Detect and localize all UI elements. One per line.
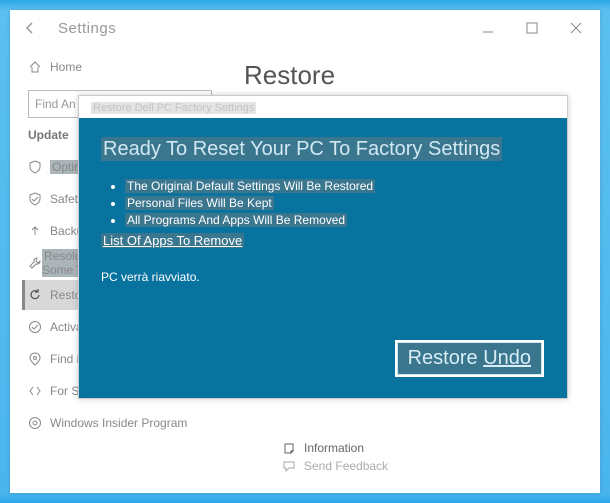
info-link[interactable]: Information [282, 441, 388, 455]
minimize-button[interactable] [472, 16, 504, 40]
sidebar-item-insider[interactable]: Windows Insider Program [28, 408, 212, 438]
sidebar-item-label: Home [50, 60, 82, 74]
window-title: Settings [58, 20, 472, 37]
home-icon [28, 60, 50, 74]
info-icon [282, 441, 296, 455]
restore-button[interactable]: Restore Undo [396, 341, 543, 376]
code-icon [28, 384, 50, 398]
close-button[interactable] [560, 16, 592, 40]
shield-icon [28, 160, 50, 174]
shield-check-icon [28, 192, 50, 206]
dialog-link[interactable]: List Of Apps To Remove [101, 233, 545, 248]
arrow-up-icon [28, 224, 50, 238]
titlebar: Settings [10, 10, 600, 46]
feedback-link[interactable]: Send Feedback [282, 459, 388, 473]
sidebar-home[interactable]: Home [28, 52, 212, 82]
maximize-button[interactable] [516, 16, 548, 40]
feedback-label: Send Feedback [304, 459, 388, 473]
dialog-bullet-list: The Original Default Settings Will Be Re… [111, 179, 545, 227]
feedback-icon [282, 459, 296, 473]
footer-links: Information Send Feedback [282, 437, 388, 473]
dialog-frame-title: Restore Dell PC Factory Settings [79, 96, 567, 118]
location-icon [28, 352, 50, 366]
check-circle-icon [28, 320, 50, 334]
dialog-bullet: The Original Default Settings Will Be Re… [125, 179, 545, 193]
refresh-icon [28, 288, 50, 302]
info-label: Information [304, 441, 364, 455]
dialog-title: Ready To Reset Your PC To Factory Settin… [101, 138, 545, 161]
insider-icon [28, 416, 50, 430]
dialog-bullet: Personal Files Will Be Kept [125, 196, 545, 210]
reset-dialog: Restore Dell PC Factory Settings Ready T… [78, 95, 568, 399]
page-title: Restore [244, 60, 576, 91]
wrench-icon [28, 256, 42, 270]
back-button[interactable] [18, 16, 42, 40]
dialog-bullet: All Programs And Apps Will Be Removed [125, 213, 545, 227]
sidebar-item-label: Windows Insider Program [50, 416, 187, 430]
dialog-note: PC verrà riavviato. [101, 270, 545, 284]
